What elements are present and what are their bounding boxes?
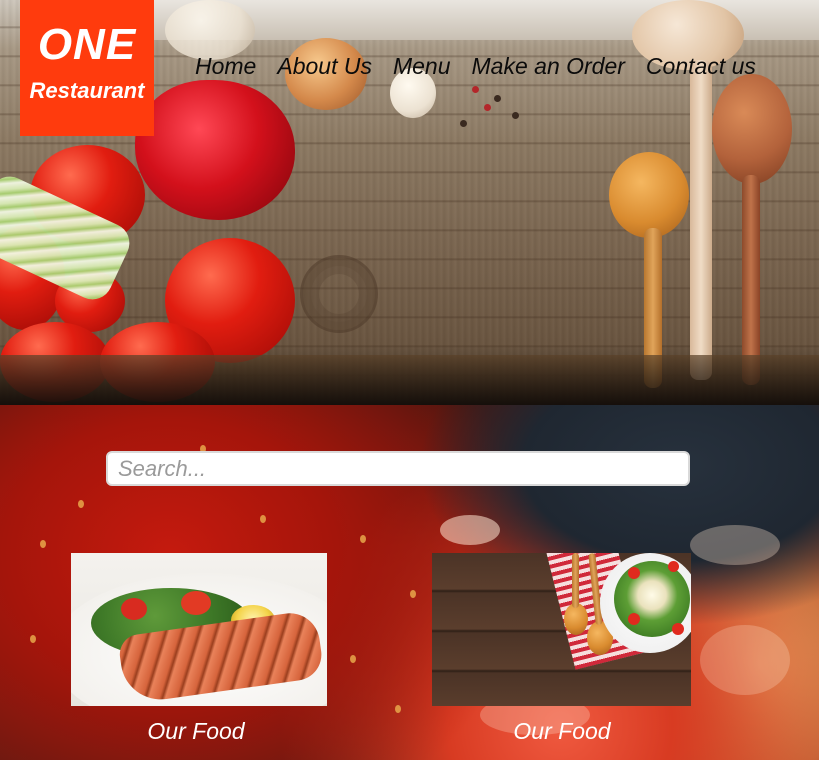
seed [395,705,401,713]
food-card-image[interactable] [432,553,691,706]
main-nav: Home About Us Menu Make an Order Contact… [195,53,756,80]
garlic-bulb-image [165,0,255,60]
logo[interactable]: ONE Restaurant [20,0,154,136]
seed [260,515,266,523]
wooden-spoon-handle [690,60,712,380]
texture-speck [690,525,780,565]
peppercorn [512,112,519,119]
hero-bottom-shadow [0,355,819,405]
tomato-slice [121,598,147,620]
seed [78,500,84,508]
tomato-slice [181,591,211,615]
cherry-tomato [628,567,640,579]
texture-speck [700,625,790,695]
cherry-tomato [672,623,684,635]
nav-link-make-an-order[interactable]: Make an Order [472,53,625,80]
food-card-image[interactable] [71,553,327,706]
wooden-spoon-handle [572,553,579,608]
seed [350,655,356,663]
seed [410,590,416,598]
nav-link-menu[interactable]: Menu [393,53,451,80]
wooden-spoon-image [609,152,689,238]
nav-link-home[interactable]: Home [195,53,256,80]
food-card-caption[interactable]: Our Food [462,718,662,745]
food-card-caption[interactable]: Our Food [96,718,296,745]
texture-speck [440,515,500,545]
wooden-spoon-image [712,74,792,184]
peppercorn [472,86,479,93]
search-input[interactable] [106,451,690,486]
nav-link-contact-us[interactable]: Contact us [646,53,756,80]
peppercorn [484,104,491,111]
wooden-spoon-handle [742,175,760,385]
seed [30,635,36,643]
cherry-tomato [628,613,640,625]
logo-subtitle: Restaurant [29,78,145,103]
logo-title: ONE [37,20,137,69]
peppercorn [460,120,467,127]
nav-link-about-us[interactable]: About Us [277,53,372,80]
peppercorn [494,95,501,102]
cherry-tomato [668,561,679,572]
red-pepper-image [135,80,295,220]
seed [40,540,46,548]
wood-knot [300,255,378,333]
seed [360,535,366,543]
